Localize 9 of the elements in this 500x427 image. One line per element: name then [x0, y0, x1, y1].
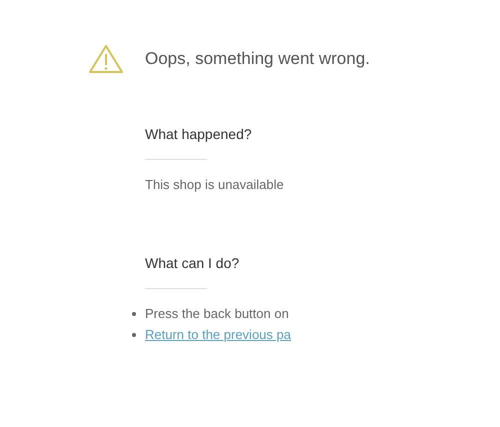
section-heading: What can I do?: [145, 255, 240, 271]
warning-icon: [88, 44, 124, 74]
section-heading: What happened?: [145, 126, 252, 142]
bullet-icon: [132, 333, 136, 337]
hint-text: Press the back button on: [145, 306, 289, 322]
back-link[interactable]: Return to the previous pa: [145, 327, 291, 343]
error-title: Oops, something went wrong.: [145, 49, 370, 69]
message-text: This shop is unavailable: [145, 177, 284, 193]
bullet-icon: [132, 312, 136, 316]
